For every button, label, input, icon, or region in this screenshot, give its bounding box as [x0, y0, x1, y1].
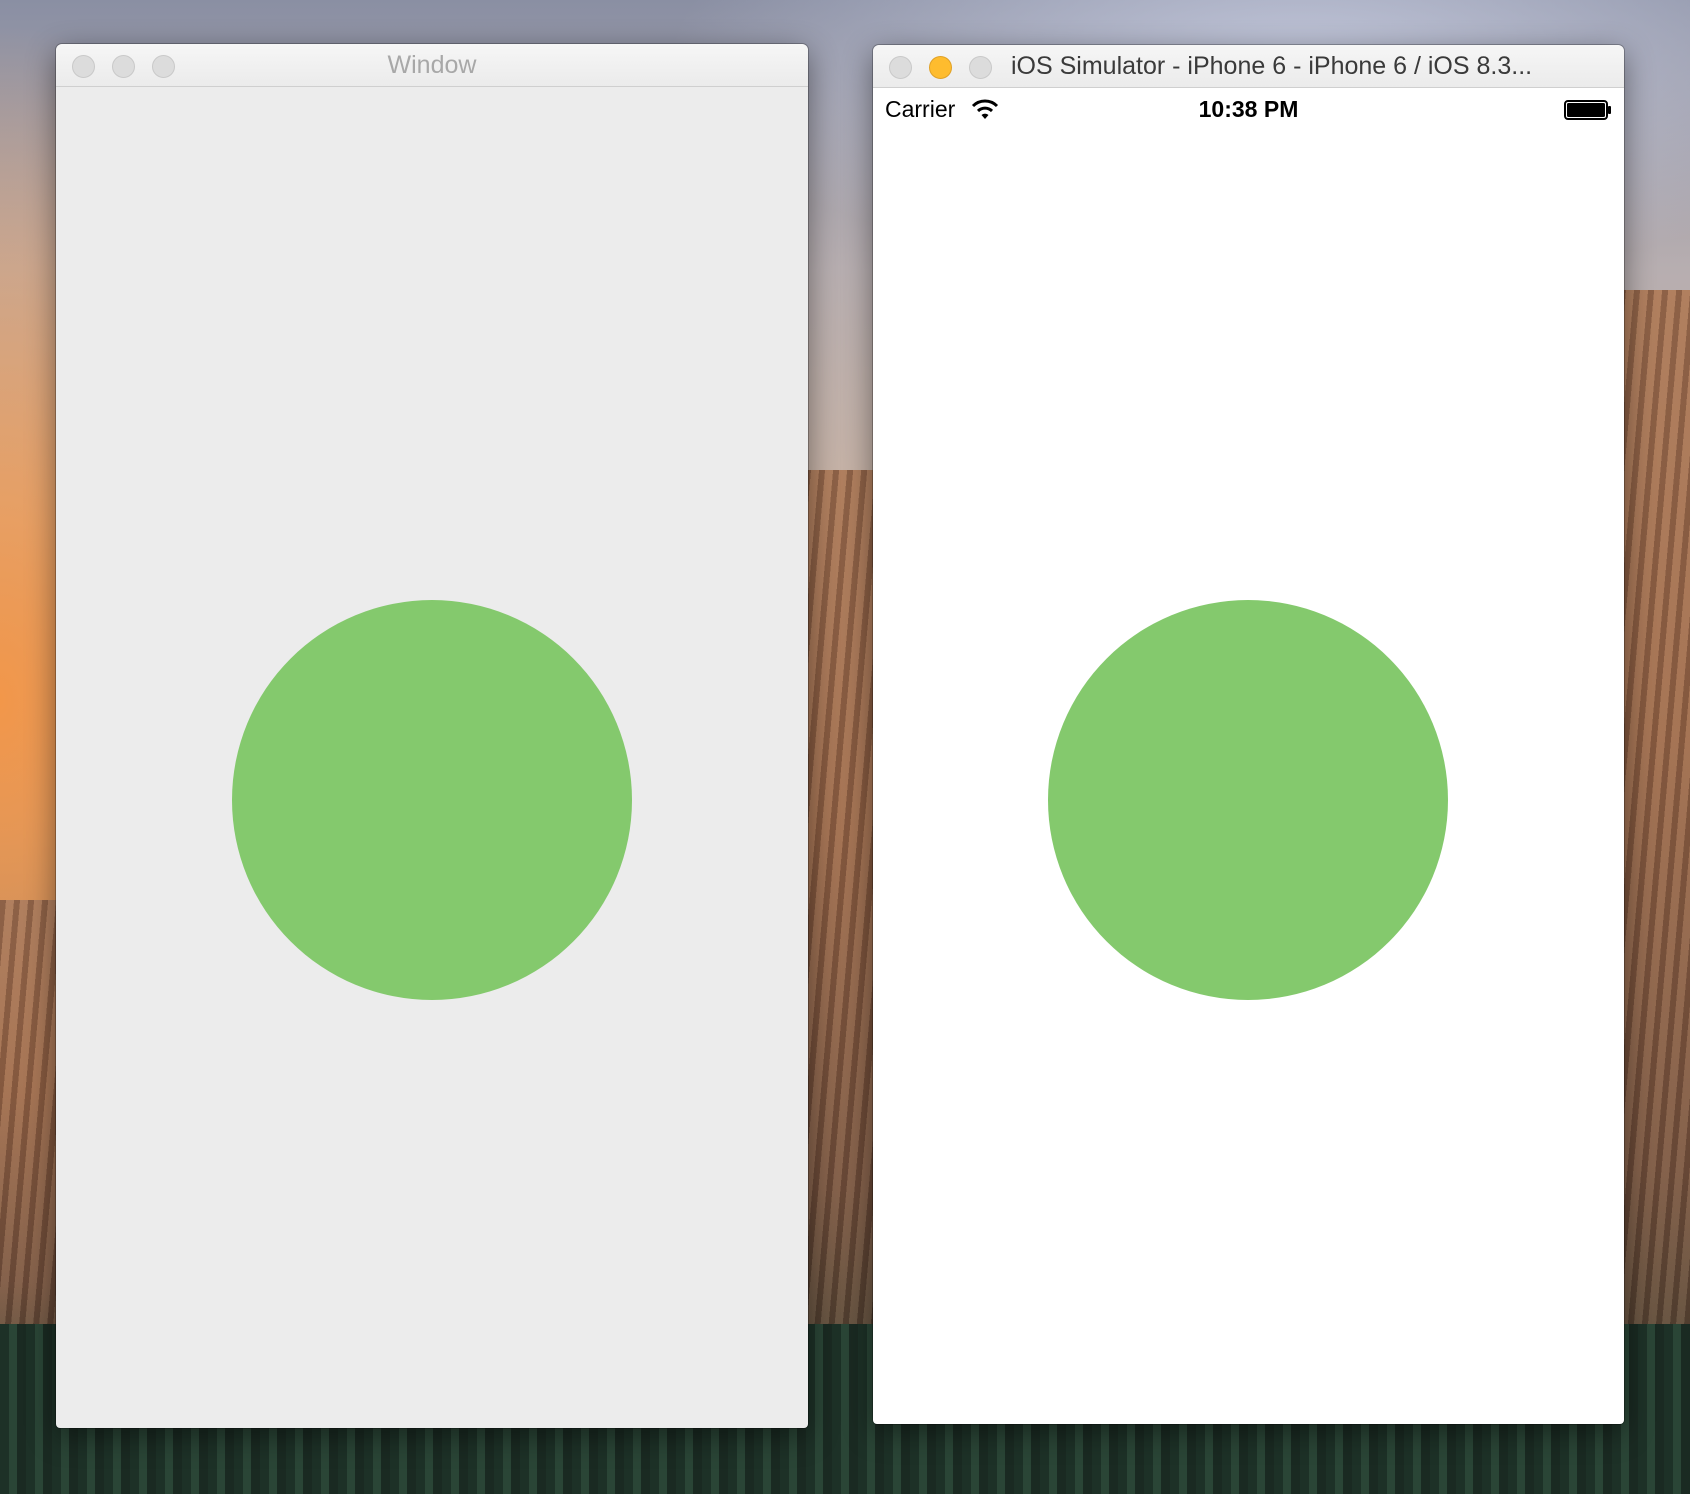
window-titlebar[interactable]: Window [56, 44, 808, 87]
status-time: 10:38 PM [1198, 96, 1299, 122]
simulator-window-title: iOS Simulator - iPhone 6 - iPhone 6 / iO… [1011, 52, 1533, 80]
simulator-screen[interactable]: Carrier 10:38 PM [873, 88, 1624, 1424]
minimize-button[interactable] [929, 56, 952, 79]
green-circle [1048, 600, 1448, 1000]
green-circle [232, 600, 632, 1000]
ios-simulator-window[interactable]: iOS Simulator - iPhone 6 - iPhone 6 / iO… [873, 45, 1624, 1424]
battery-icon [1564, 100, 1611, 120]
window-title: Window [387, 51, 477, 79]
window-content [56, 87, 808, 1428]
zoom-button[interactable] [969, 56, 992, 79]
close-button[interactable] [889, 56, 912, 79]
simulator-titlebar[interactable]: iOS Simulator - iPhone 6 - iPhone 6 / iO… [873, 45, 1624, 88]
wallpaper-cliff-left [0, 900, 60, 1380]
wallpaper-cliff-center [805, 470, 875, 1370]
macos-window[interactable]: Window [56, 44, 808, 1428]
wallpaper-cliff-right [1620, 290, 1690, 1390]
ios-status-bar: Carrier 10:38 PM [873, 88, 1624, 130]
